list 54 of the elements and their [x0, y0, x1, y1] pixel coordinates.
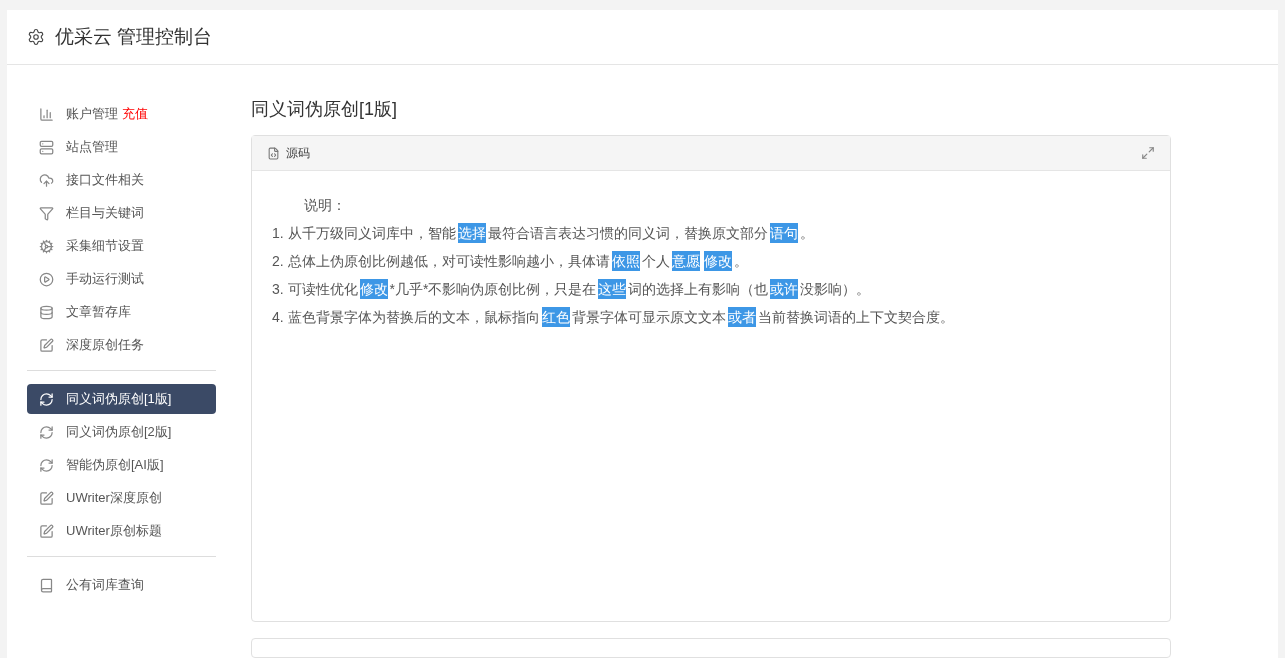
edit-icon	[39, 337, 54, 353]
sidebar-item[interactable]: 公有词库查询	[27, 570, 216, 600]
sidebar-item[interactable]: 采集细节设置	[27, 231, 216, 261]
sidebar-label: 手动运行测试	[66, 270, 144, 289]
sidebar-item[interactable]: 深度原创任务	[27, 330, 216, 360]
console-title: 优采云 管理控制台	[55, 24, 213, 49]
sidebar-label: 同义词伪原创[2版]	[66, 423, 172, 442]
instruction-line: 1. 从千万级同义词库中，智能选择 最符合语言表达习惯的同义词，替换原文部分 语句。	[272, 222, 814, 245]
sidebar-label: UWriter原创标题	[66, 522, 162, 541]
recharge-link[interactable]: 充值	[122, 104, 148, 124]
sidebar-label: 智能伪原创[AI版]	[66, 456, 164, 475]
sidebar-item[interactable]: 站点管理	[27, 132, 216, 162]
sidebar-item[interactable]: 文章暂存库	[27, 297, 216, 327]
sidebar-label: 接口文件相关	[66, 171, 144, 190]
sidebar-label: UWriter深度原创	[66, 489, 162, 508]
sidebar-item[interactable]: 接口文件相关	[27, 165, 216, 195]
refresh-icon	[39, 457, 54, 473]
play-icon	[39, 271, 54, 287]
refresh-icon	[39, 424, 54, 440]
filter-icon	[39, 205, 54, 221]
sidebar-label: 栏目与关键词	[66, 204, 144, 223]
sidebar-item[interactable]: 智能伪原创[AI版]	[27, 450, 216, 480]
sidebar-label: 采集细节设置	[66, 237, 144, 256]
sidebar-item[interactable]: 同义词伪原创[1版]	[27, 384, 216, 414]
sidebar-item[interactable]: 手动运行测试	[27, 264, 216, 294]
instruction-line: 4. 蓝色背景字体为替换后的文本，鼠标指向 红色背景字体可显示原文文本 或者 当前替换词语的上下文契合度。	[272, 306, 954, 329]
edit-icon	[39, 490, 54, 506]
expand-icon[interactable]	[1141, 146, 1155, 160]
settings-icon	[27, 28, 45, 46]
instruction-line: 3. 可读性优化修改*几乎*不影响伪原创比例，只是在这些词的选择上有影响（也或许没影响）。	[272, 278, 871, 301]
sidebar-item[interactable]: UWriter深度原创	[27, 483, 216, 513]
sidebar-item[interactable]: 同义词伪原创[2版]	[27, 417, 216, 447]
book-icon	[39, 577, 54, 593]
sidebar-item[interactable]: 账户管理 充值	[27, 99, 216, 129]
refresh-icon	[39, 391, 54, 407]
card-title: 源码	[286, 145, 310, 162]
edit-icon	[39, 523, 54, 539]
intro-label: 说明：	[303, 196, 346, 215]
sidebar-item[interactable]: UWriter原创标题	[27, 516, 216, 546]
code-file-icon	[267, 146, 280, 160]
sidebar-label: 深度原创任务	[66, 336, 144, 355]
sidebar-label: 站点管理	[66, 138, 118, 157]
page-title: 同义词伪原创[1版]	[251, 98, 397, 121]
cloud-upload-icon	[39, 172, 54, 188]
gears-icon	[39, 238, 54, 254]
server-icon	[39, 139, 54, 155]
sidebar-label: 公有词库查询	[66, 576, 144, 595]
sidebar-label: 同义词伪原创[1版]	[66, 390, 172, 409]
bar-chart-icon	[39, 106, 54, 122]
instruction-line: 2. 总体上伪原创比例越低，对可读性影响越小，具体请依照 个人 意愿 修改。	[272, 250, 748, 273]
sidebar-label: 账户管理	[66, 105, 118, 124]
sidebar-item[interactable]: 栏目与关键词	[27, 198, 216, 228]
database-icon	[39, 304, 54, 320]
sidebar-label: 文章暂存库	[66, 303, 131, 322]
